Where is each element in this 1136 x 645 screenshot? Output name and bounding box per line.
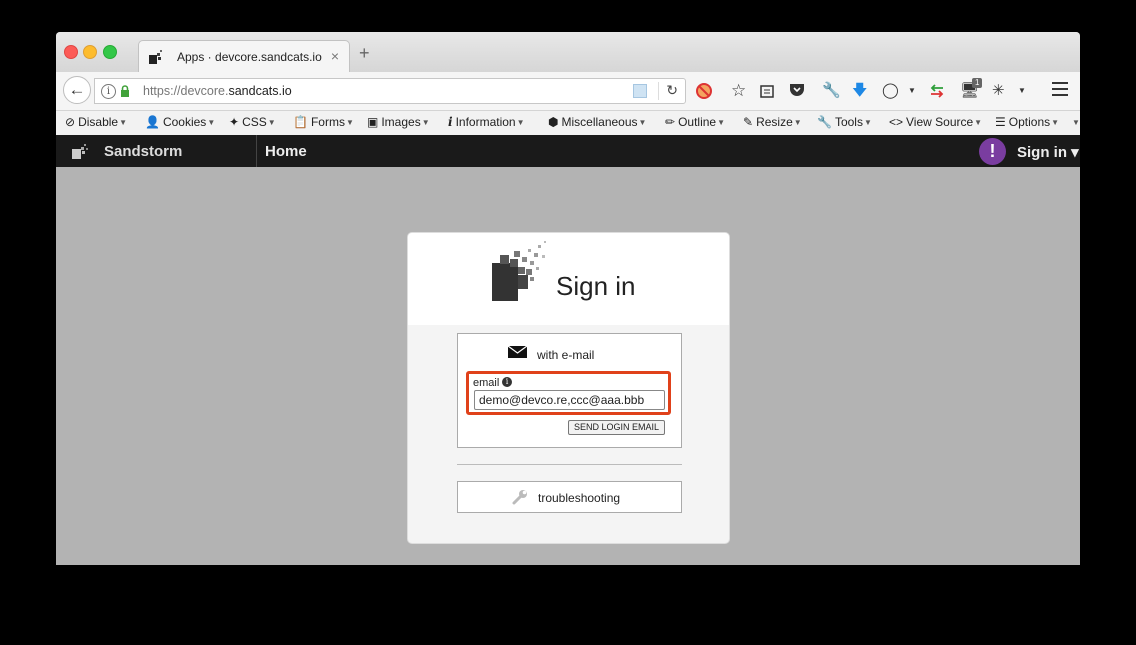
devbar-label: Information	[455, 115, 516, 129]
wrench-icon	[512, 490, 527, 505]
troubleshooting-label: troubleshooting	[538, 491, 621, 505]
close-window-button[interactable]	[64, 45, 78, 59]
email-label: email	[473, 377, 500, 389]
devbar-information[interactable]: i Information▼	[448, 115, 525, 129]
page-title: Sign in	[556, 271, 636, 301]
troubleshooting-button[interactable]: troubleshooting	[457, 481, 682, 513]
url-prefix: https://devcore.	[143, 84, 229, 98]
navigation-bar: ← i https://devcore.sandcats.io ↻ ☆ 🔧 🡇	[56, 72, 1080, 111]
devbar-forms[interactable]: 📋 Forms▼	[293, 115, 354, 129]
sandstorm-topbar: Sandstorm Home ! Sign in ▾	[56, 135, 1080, 167]
with-email-label: with e-mail	[537, 348, 595, 362]
image-icon: ▣	[367, 115, 379, 129]
bug-dropdown-icon[interactable]: ▼	[1018, 81, 1026, 101]
reload-icon[interactable]: ↻	[666, 82, 678, 99]
tab-bar: Apps · devcore.sandcats.io × +	[56, 32, 1080, 72]
bug-icon[interactable]: ✳	[992, 81, 1005, 101]
envelope-icon	[508, 346, 527, 358]
devbar-miscellaneous[interactable]: ⬢ Miscellaneous▼	[548, 115, 646, 129]
signin-menu-button[interactable]: Sign in ▾	[1017, 143, 1079, 161]
devbar-label: View Source	[906, 115, 974, 129]
hamburger-menu-icon[interactable]	[1052, 82, 1068, 96]
swap-arrows-icon[interactable]	[929, 83, 945, 99]
devbar-overflow-chevron-icon[interactable]: ▼	[1071, 115, 1080, 129]
sandstorm-logo-icon	[72, 144, 88, 159]
reading-list-icon[interactable]	[760, 84, 774, 98]
devbar-label: Tools	[834, 115, 863, 129]
devbar-label: Options	[1008, 115, 1051, 129]
cookie-dropdown-icon[interactable]: ▼	[908, 81, 916, 101]
new-tab-button[interactable]: +	[359, 44, 370, 62]
wrench-icon[interactable]: 🔧	[822, 81, 841, 101]
devbar-view-source[interactable]: <> View Source▼	[889, 115, 982, 129]
clipboard-icon: 📋	[293, 115, 308, 129]
email-login-panel: with e-mail email i SEND LOGIN EMAIL	[457, 333, 682, 448]
tab-title: Apps · devcore.sandcats.io	[177, 50, 322, 64]
devbar-label: Cookies	[162, 115, 207, 129]
bookmark-star-icon[interactable]: ☆	[731, 81, 746, 101]
web-developer-toolbar: ⊘ Disable▼ 👤 Cookies▼ ✦ CSS▼ 📋 Forms▼ ▣ Image…	[56, 111, 1080, 136]
site-info-icon[interactable]: i	[101, 84, 116, 99]
box-icon: ⬢	[548, 115, 559, 129]
devbar-images[interactable]: ▣ Images▼	[367, 115, 430, 129]
no-script-icon[interactable]	[696, 83, 712, 99]
url-separator	[658, 82, 659, 100]
back-button[interactable]: ←	[63, 76, 91, 104]
network-badge: 1	[972, 78, 983, 88]
url-text: https://devcore.sandcats.io	[143, 84, 292, 98]
signin-header: Sign in	[408, 233, 729, 325]
user-icon: 👤	[145, 115, 160, 129]
email-input[interactable]	[474, 390, 665, 410]
container-icon[interactable]	[633, 84, 647, 98]
url-domain: sandcats.io	[228, 84, 292, 98]
pencil-icon: ✏	[665, 115, 676, 129]
no-entry-icon: ⊘	[65, 115, 76, 129]
devbar-label: Images	[381, 115, 421, 129]
devbar-label: Miscellaneous	[561, 115, 638, 129]
send-login-email-button[interactable]: SEND LOGIN EMAIL	[568, 420, 665, 435]
lock-icon	[121, 85, 129, 97]
tab-apps[interactable]: Apps · devcore.sandcats.io ×	[138, 40, 350, 72]
devbar-label: CSS	[242, 115, 267, 129]
magic-wand-icon: ✦	[229, 115, 240, 129]
info-icon[interactable]: i	[502, 377, 512, 387]
devbar-label: Outline	[678, 115, 717, 129]
cookie-icon[interactable]: ◯	[882, 81, 899, 101]
sandstorm-favicon-icon	[149, 50, 162, 64]
minimize-window-button[interactable]	[83, 45, 97, 59]
devbar-tools[interactable]: 🔧 Tools▼	[817, 115, 872, 129]
devbar-disable[interactable]: ⊘ Disable▼	[65, 115, 127, 129]
url-bar[interactable]: i https://devcore.sandcats.io ↻	[94, 78, 686, 104]
pocket-icon[interactable]	[789, 83, 805, 98]
devbar-resize[interactable]: ✎ Resize▼	[743, 115, 802, 129]
wrench-icon: 🔧	[817, 115, 832, 129]
zoom-window-button[interactable]	[103, 45, 117, 59]
browser-window: Apps · devcore.sandcats.io × + ← i https…	[56, 32, 1080, 565]
devbar-css[interactable]: ✦ CSS▼	[229, 115, 276, 129]
sliders-icon: ☰	[995, 115, 1006, 129]
code-icon: <>	[889, 115, 904, 129]
devbar-cookies[interactable]: 👤 Cookies▼	[145, 115, 215, 129]
download-icon[interactable]: 🡇	[852, 81, 867, 101]
brand-link[interactable]: Sandstorm	[104, 143, 182, 160]
topbar-divider	[256, 135, 257, 167]
divider	[457, 464, 682, 465]
info-icon: i	[448, 115, 453, 129]
notification-alert-icon[interactable]: !	[979, 138, 1006, 165]
sandstorm-logo-icon	[492, 241, 546, 301]
tab-close-icon[interactable]: ×	[331, 48, 339, 64]
ruler-icon: ✎	[743, 115, 754, 129]
devbar-label: Resize	[756, 115, 793, 129]
devbar-label: Forms	[310, 115, 345, 129]
devbar-options[interactable]: ☰ Options▼	[995, 115, 1059, 129]
devbar-outline[interactable]: ✏ Outline▼	[665, 115, 725, 129]
devbar-label: Disable	[78, 115, 119, 129]
signin-card: Sign in with e-mail email i SEND LOGIN E…	[407, 232, 730, 544]
home-link[interactable]: Home	[265, 143, 307, 160]
